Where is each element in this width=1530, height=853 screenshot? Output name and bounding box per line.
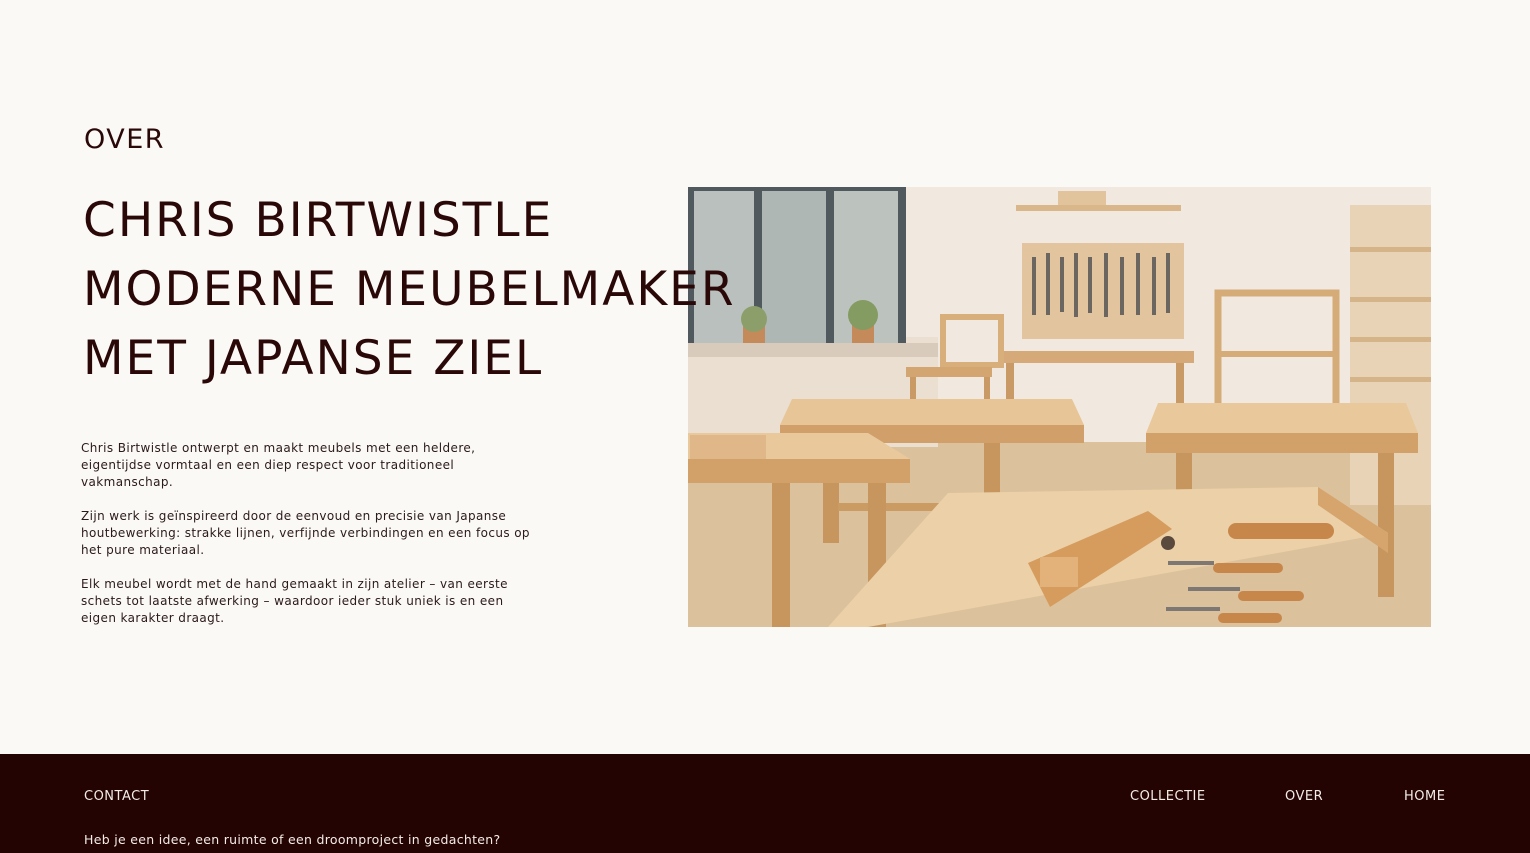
intro-paragraph-2: Zijn werk is geïnspireerd door de eenvou… (81, 509, 530, 557)
footer-nav-home[interactable]: HOME (1404, 789, 1445, 804)
footer-nav-collectie[interactable]: COLLECTIE (1130, 789, 1206, 804)
hero-title: CHRIS BIRTWISTLE MODERNE MEUBELMAKER MET… (83, 186, 736, 393)
intro-text: Chris Birtwistle ontwerpt en maakt meube… (81, 440, 531, 644)
footer-nav-over[interactable]: OVER (1285, 789, 1323, 804)
footer-contact-text: Heb je een idee, een ruimte of een droom… (84, 832, 501, 847)
footer-contact-heading: CONTACT (84, 789, 150, 804)
intro-paragraph-1: Chris Birtwistle ontwerpt en maakt meube… (81, 441, 476, 489)
about-page: OVER CHRIS BIRTWISTLE MODERNE MEUBELMAKE… (0, 0, 1530, 853)
section-label: OVER (84, 124, 166, 155)
hero-title-line-3: MET JAPANSE ZIEL (83, 331, 544, 386)
intro-paragraph-3: Elk meubel wordt met de hand gemaakt in … (81, 577, 508, 625)
hero-title-line-1: CHRIS BIRTWISTLE (83, 193, 554, 248)
site-footer: CONTACT Heb je een idee, een ruimte of e… (0, 754, 1530, 853)
workshop-photo (688, 187, 1431, 627)
hero-title-line-2: MODERNE MEUBELMAKER (83, 262, 736, 317)
